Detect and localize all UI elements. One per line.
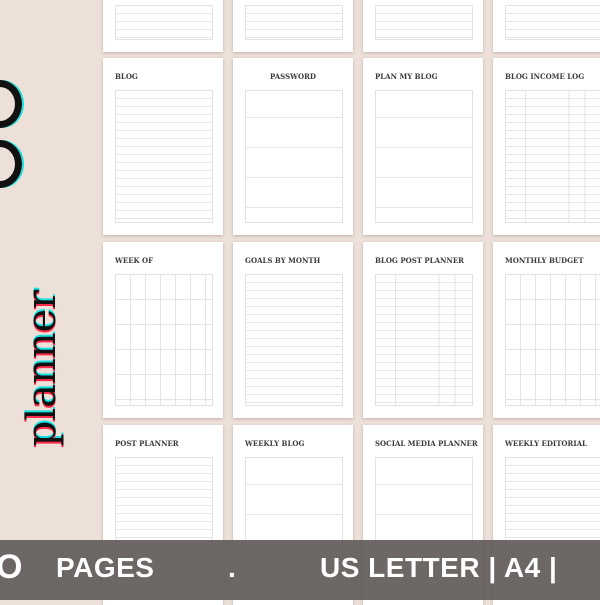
page-title: BLOG POST PLANNER — [375, 256, 464, 265]
page-form-lines — [115, 274, 213, 406]
separator: . — [228, 552, 237, 583]
cut-letter-decoration — [0, 80, 22, 128]
page-form-lines — [115, 5, 213, 40]
planner-page-preview: BLOG — [103, 58, 223, 235]
planner-page-preview — [363, 0, 483, 52]
planner-page-preview — [233, 0, 353, 52]
page-title: POST PLANNER — [115, 439, 179, 448]
side-title: planner — [0, 0, 100, 540]
pages-label: PAGES — [56, 552, 155, 583]
page-form-lines — [375, 274, 473, 406]
page-form-lines — [505, 90, 600, 223]
planner-page-preview: GOALS BY MONTH — [233, 242, 353, 418]
page-title: BLOG — [115, 72, 138, 81]
page-title: WEEKLY BLOG — [245, 439, 305, 448]
page-form-lines — [245, 90, 343, 223]
page-form-lines — [375, 90, 473, 223]
page-title: PLAN MY BLOG — [375, 72, 438, 81]
page-form-lines — [375, 5, 473, 40]
planner-page-preview: PASSWORD — [233, 58, 353, 235]
page-title: BLOG INCOME LOG — [505, 72, 585, 81]
formats-label: US LETTER | A4 | — [320, 552, 558, 583]
cut-letter-decoration — [0, 140, 22, 188]
planner-word: planner — [19, 289, 65, 447]
page-title: GOALS BY MONTH — [245, 256, 321, 265]
planner-page-preview — [493, 0, 600, 52]
planner-page-preview: BLOG POST PLANNER — [363, 242, 483, 418]
planner-page-preview: MONTHLY BUDGET — [493, 242, 600, 418]
page-form-lines — [505, 274, 600, 406]
page-title: WEEKLY EDITORIAL — [505, 439, 587, 448]
page-form-lines — [115, 90, 213, 223]
planner-page-preview: WEEK OF — [103, 242, 223, 418]
planner-page-preview: BLOG INCOME LOG — [493, 58, 600, 235]
page-form-lines — [505, 5, 600, 40]
page-title: WEEK OF — [115, 256, 154, 265]
page-form-lines — [245, 274, 343, 406]
info-banner: O PAGES . US LETTER | A4 | — [0, 540, 600, 600]
planner-page-preview: PLAN MY BLOG — [363, 58, 483, 235]
page-count: O — [0, 548, 23, 586]
page-title: MONTHLY BUDGET — [505, 256, 584, 265]
page-title: SOCIAL MEDIA PLANNER — [375, 439, 478, 448]
page-title: PASSWORD — [270, 72, 316, 81]
page-form-lines — [245, 5, 343, 40]
planner-page-preview — [103, 0, 223, 52]
